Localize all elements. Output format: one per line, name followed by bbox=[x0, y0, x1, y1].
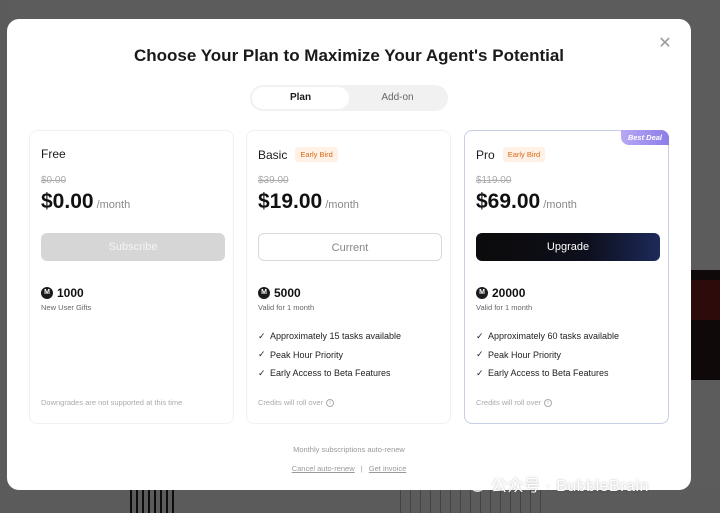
credit-note: Valid for 1 month bbox=[258, 303, 315, 312]
info-icon[interactable]: i bbox=[544, 398, 553, 407]
card-footer-note: Credits will roll over i bbox=[476, 398, 553, 407]
get-invoice-link[interactable]: Get invoice bbox=[369, 464, 407, 473]
feature-text: Early Access to Beta Features bbox=[270, 368, 391, 379]
credit-amount: 1000 bbox=[57, 286, 84, 300]
card-footer-text: Downgrades are not supported at this tim… bbox=[41, 398, 183, 407]
old-price: $0.00 bbox=[41, 175, 67, 186]
feature-item: ✓ Early Access to Beta Features bbox=[476, 364, 619, 383]
tab-add-on[interactable]: Add-on bbox=[349, 87, 446, 109]
plan-toggle: Plan Add-on bbox=[250, 85, 448, 111]
plan-name-label: Free bbox=[41, 147, 66, 161]
price: $69.00 bbox=[476, 190, 541, 213]
plan-name-label: Basic bbox=[258, 147, 288, 162]
modal-title: Choose Your Plan to Maximize Your Agent'… bbox=[133, 46, 565, 65]
feature-text: Approximately 15 tasks available bbox=[270, 331, 402, 342]
early-bird-badge: Early Bird bbox=[295, 147, 338, 162]
check-icon: ✓ bbox=[476, 367, 484, 378]
price-row: $69.00 /month bbox=[476, 190, 577, 214]
credit-icon: M bbox=[258, 287, 270, 299]
price-period: /month bbox=[543, 199, 577, 211]
feature-text: Approximately 60 tasks available bbox=[488, 331, 620, 342]
plan-card-free: Free $0.00 $0.00 /month Subscribe M 1000… bbox=[29, 130, 234, 424]
credit-note: New User Gifts bbox=[41, 303, 92, 312]
check-icon: ✓ bbox=[258, 367, 266, 378]
credit-row: M 1000 bbox=[41, 286, 84, 300]
upgrade-button[interactable]: Upgrade bbox=[476, 233, 660, 261]
credit-icon: M bbox=[476, 287, 488, 299]
credit-amount: 20000 bbox=[492, 286, 526, 300]
price-row: $19.00 /month bbox=[258, 190, 359, 214]
feature-item: ✓ Approximately 60 tasks available bbox=[476, 327, 619, 346]
feature-text: Early Access to Beta Features bbox=[488, 368, 609, 379]
credit-row: M 5000 bbox=[258, 286, 301, 300]
feature-text: Peak Hour Priority bbox=[270, 349, 344, 360]
credit-note: Valid for 1 month bbox=[476, 303, 533, 312]
feature-list: ✓ Approximately 60 tasks available ✓ Peak … bbox=[476, 327, 619, 383]
price-row: $0.00 /month bbox=[41, 190, 130, 214]
plan-card-basic: Basic Early Bird $39.00 $19.00 /month Cu… bbox=[246, 130, 451, 424]
price: $0.00 bbox=[41, 190, 94, 213]
price-period: /month bbox=[325, 199, 359, 211]
credit-icon: M bbox=[41, 287, 53, 299]
best-deal-badge: Best Deal bbox=[620, 130, 669, 145]
info-icon[interactable]: i bbox=[326, 398, 335, 407]
plan-name-label: Pro bbox=[476, 147, 495, 162]
pricing-modal: ✕ Choose Your Plan to Maximize Your Agen… bbox=[7, 19, 691, 490]
feature-text: Peak Hour Priority bbox=[488, 349, 562, 360]
tab-plan[interactable]: Plan bbox=[252, 87, 349, 109]
credit-amount: 5000 bbox=[274, 286, 301, 300]
check-icon: ✓ bbox=[258, 349, 266, 360]
auto-renew-note: Monthly subscriptions auto-renew bbox=[293, 445, 405, 454]
early-bird-badge: Early Bird bbox=[502, 147, 546, 162]
plan-name: Basic Early Bird bbox=[258, 147, 338, 162]
credit-row: M 20000 bbox=[476, 286, 525, 300]
card-footer-note: Downgrades are not supported at this tim… bbox=[41, 398, 182, 407]
feature-item: ✓ Approximately 15 tasks available bbox=[258, 327, 401, 346]
wechat-icon bbox=[463, 475, 485, 493]
check-icon: ✓ bbox=[476, 330, 484, 341]
feature-list: ✓ Approximately 15 tasks available ✓ Peak … bbox=[258, 327, 401, 383]
old-price: $39.00 bbox=[258, 175, 289, 186]
card-footer-text: Credits will roll over bbox=[476, 398, 542, 407]
old-price: $119.00 bbox=[476, 175, 512, 186]
check-icon: ✓ bbox=[258, 330, 266, 341]
plan-name: Free bbox=[41, 147, 66, 161]
plan-card-pro: Best Deal Pro Early Bird $119.00 $69.00 … bbox=[464, 130, 669, 424]
watermark: 公众号 · BubbleBrain bbox=[463, 472, 649, 496]
price-period: /month bbox=[96, 199, 131, 211]
feature-item: ✓ Early Access to Beta Features bbox=[258, 364, 401, 383]
watermark-text: 公众号 · BubbleBrain bbox=[491, 478, 649, 495]
subscribe-button[interactable]: Subscribe bbox=[41, 233, 225, 261]
feature-item: ✓ Peak Hour Priority bbox=[476, 346, 619, 365]
card-footer-text: Credits will roll over bbox=[258, 398, 324, 407]
link-separator: | bbox=[360, 464, 363, 473]
feature-item: ✓ Peak Hour Priority bbox=[258, 346, 401, 365]
current-plan-button[interactable]: Current bbox=[258, 233, 442, 261]
check-icon: ✓ bbox=[476, 349, 484, 360]
price: $19.00 bbox=[258, 190, 323, 213]
plan-name: Pro Early Bird bbox=[476, 147, 546, 162]
card-footer-note: Credits will roll over i bbox=[258, 398, 335, 407]
cancel-auto-renew-link[interactable]: Cancel auto-renew bbox=[292, 464, 355, 473]
